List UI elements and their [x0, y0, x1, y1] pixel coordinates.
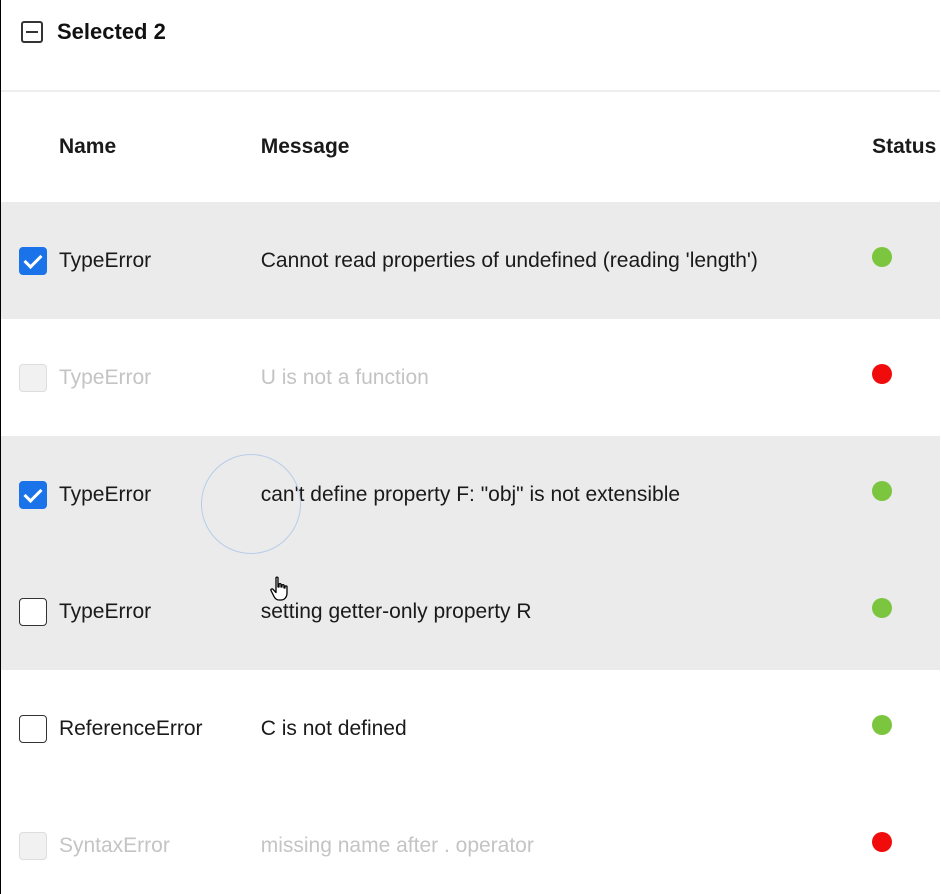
status-dot-icon — [872, 246, 893, 267]
select-all-checkbox[interactable] — [21, 21, 43, 43]
row-name: ReferenceError — [58, 716, 203, 740]
column-header-name[interactable]: Name — [59, 135, 261, 159]
table-header: Name Message Status — [1, 92, 940, 202]
column-header-status[interactable]: Status — [872, 135, 940, 159]
selection-toolbar: Selected 2 — [1, 0, 940, 92]
table-row[interactable]: ReferenceError C is not defined — [1, 670, 940, 787]
status-dot-icon — [872, 831, 893, 852]
row-checkbox[interactable] — [19, 597, 47, 626]
row-message: C is not defined — [260, 716, 407, 740]
status-dot-icon — [872, 597, 893, 618]
table-row[interactable]: TypeError can't define property F: "obj"… — [1, 436, 940, 553]
row-checkbox[interactable] — [19, 480, 47, 509]
error-table-panel: Selected 2 Name Message Status TypeError… — [0, 0, 940, 894]
row-checkbox[interactable] — [19, 246, 47, 275]
row-message: can't define property F: "obj" is not ex… — [260, 482, 681, 506]
row-name: TypeError — [58, 599, 152, 623]
row-message: missing name after . operator — [260, 833, 534, 857]
status-dot-icon — [872, 363, 893, 384]
row-name: TypeError — [58, 248, 152, 272]
status-dot-icon — [872, 714, 893, 735]
row-name: SyntaxError — [58, 833, 170, 857]
row-checkbox-disabled — [19, 363, 47, 392]
column-header-message[interactable]: Message — [261, 135, 872, 159]
row-message: setting getter-only property R — [260, 599, 532, 623]
status-dot-icon — [872, 480, 893, 501]
row-name: TypeError — [58, 482, 152, 506]
row-checkbox[interactable] — [19, 714, 47, 743]
table-row: TypeError U is not a function — [1, 319, 940, 436]
row-checkbox-disabled — [19, 831, 47, 860]
row-message: U is not a function — [260, 365, 429, 389]
selected-count-label: Selected 2 — [57, 19, 166, 44]
row-name: TypeError — [58, 365, 152, 389]
row-message: Cannot read properties of undefined (rea… — [260, 248, 758, 272]
table-row[interactable]: TypeError Cannot read properties of unde… — [1, 202, 940, 319]
table-row[interactable]: TypeError setting getter-only property R — [1, 553, 940, 670]
table-row: SyntaxError missing name after . operato… — [1, 787, 940, 894]
